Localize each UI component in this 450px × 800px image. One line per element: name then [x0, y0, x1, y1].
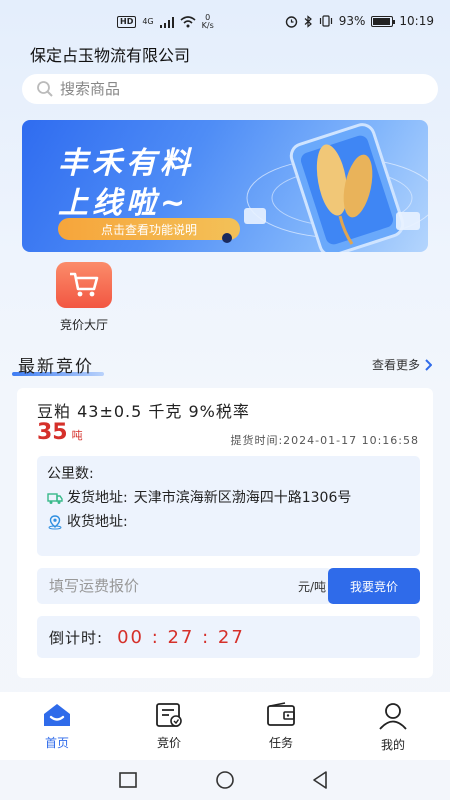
section-title: 最新竞价: [18, 357, 94, 377]
entry-bidding-hall[interactable]: 竞价大厅: [50, 262, 118, 333]
countdown-timer: 00 : 27 : 27: [117, 626, 245, 648]
cart-icon: [56, 262, 112, 308]
ship-address-label: 发货地址:: [67, 490, 128, 506]
goods-title: 豆粕 43±0.5 千克 9%税率: [37, 402, 250, 421]
countdown-label: 倒计时:: [49, 628, 104, 647]
network-generation: 4G: [142, 17, 154, 26]
hd-badge: HD: [117, 16, 137, 28]
back-icon[interactable]: [310, 770, 330, 790]
home-nav-icon[interactable]: [214, 770, 236, 790]
pickup-time-label: 提货时间:: [230, 434, 284, 447]
net-speed-unit: K/s: [201, 21, 214, 30]
battery-percent: 93%: [338, 14, 366, 28]
net-speed: 0 K/s: [202, 14, 214, 30]
banner-wheat-phone-illustration: [244, 123, 428, 252]
quote-unit: 元/吨: [297, 579, 326, 594]
signal-icon: [159, 16, 174, 28]
promo-banner[interactable]: 丰禾有料 上线啦~ 点击查看功能说明: [22, 120, 428, 252]
receive-address-row: 收货地址:: [47, 512, 410, 532]
bid-icon: [156, 703, 182, 727]
status-bar: HD 4G 0 K/s 93% 10:19: [0, 0, 450, 40]
tab-home[interactable]: 首页: [12, 692, 102, 760]
view-more-link[interactable]: 查看更多: [372, 356, 432, 373]
wifi-icon: [180, 16, 196, 28]
wallet-icon: [267, 702, 295, 726]
banner-title-line2: 上线啦~: [58, 186, 190, 221]
search-bar[interactable]: [22, 74, 438, 104]
tab-tasks[interactable]: 任务: [236, 692, 326, 760]
status-left: HD 4G 0 K/s: [117, 14, 214, 30]
recent-apps-icon[interactable]: [118, 770, 138, 790]
truck-icon: [47, 493, 63, 504]
address-panel: 公里数: 发货地址: 天津市滨海新区渤海四十路1306号 收货地址:: [37, 456, 420, 556]
tab-tasks-label: 任务: [268, 736, 293, 750]
bottom-tab-bar: 首页 竞价 任务 我的: [0, 692, 450, 760]
bluetooth-icon: [304, 14, 312, 28]
tab-home-label: 首页: [44, 736, 69, 750]
bid-card: 豆粕 43±0.5 千克 9%税率 35 吨 提货时间:2024-01-17 10…: [17, 388, 433, 678]
alarm-icon: [285, 15, 297, 28]
ship-address-row: 发货地址: 天津市滨海新区渤海四十路1306号: [47, 488, 410, 508]
entry-label: 竞价大厅: [59, 318, 108, 332]
freight-quote-input[interactable]: [49, 577, 269, 595]
search-input[interactable]: [60, 80, 360, 98]
banner-page-indicator: [222, 233, 232, 243]
system-nav-bar: [0, 760, 450, 800]
distance-row: 公里数:: [47, 464, 410, 484]
search-icon: [37, 81, 53, 97]
location-icon: [48, 515, 62, 530]
status-time: 10:19: [399, 14, 434, 28]
chevron-right-icon: [425, 358, 432, 371]
status-right: 93% 10:19: [285, 14, 434, 28]
pickup-time: 提货时间:2024-01-17 10:16:58: [230, 432, 419, 448]
distance-label: 公里数:: [47, 466, 94, 482]
tab-profile-label: 我的: [380, 738, 405, 752]
banner-info-button[interactable]: 点击查看功能说明: [58, 218, 240, 240]
banner-title-line1: 丰禾有料: [58, 146, 194, 181]
view-more-label: 查看更多: [371, 358, 420, 372]
tab-profile[interactable]: 我的: [348, 692, 438, 760]
quantity-value: 35: [37, 420, 68, 445]
user-icon: [379, 703, 407, 730]
latest-bids-header: 最新竞价 查看更多: [0, 350, 450, 380]
home-icon: [44, 704, 70, 726]
company-name: 保定占玉物流有限公司: [30, 46, 191, 65]
freight-quote-field[interactable]: 元/吨: [37, 568, 332, 604]
quantity: 35 吨: [37, 420, 83, 445]
battery-icon: [371, 15, 396, 27]
bid-button[interactable]: 我要竞价: [328, 568, 420, 604]
ship-address-value: 天津市滨海新区渤海四十路1306号: [133, 490, 352, 506]
quantity-unit: 吨: [71, 429, 83, 442]
tab-bidding[interactable]: 竞价: [124, 692, 214, 760]
receive-address-label: 收货地址:: [67, 514, 128, 530]
vibrate-icon: [319, 15, 332, 27]
tab-bidding-label: 竞价: [156, 736, 181, 750]
pickup-time-value: 2024-01-17 10:16:58: [283, 434, 419, 447]
countdown-panel: 倒计时: 00 : 27 : 27: [37, 616, 420, 658]
